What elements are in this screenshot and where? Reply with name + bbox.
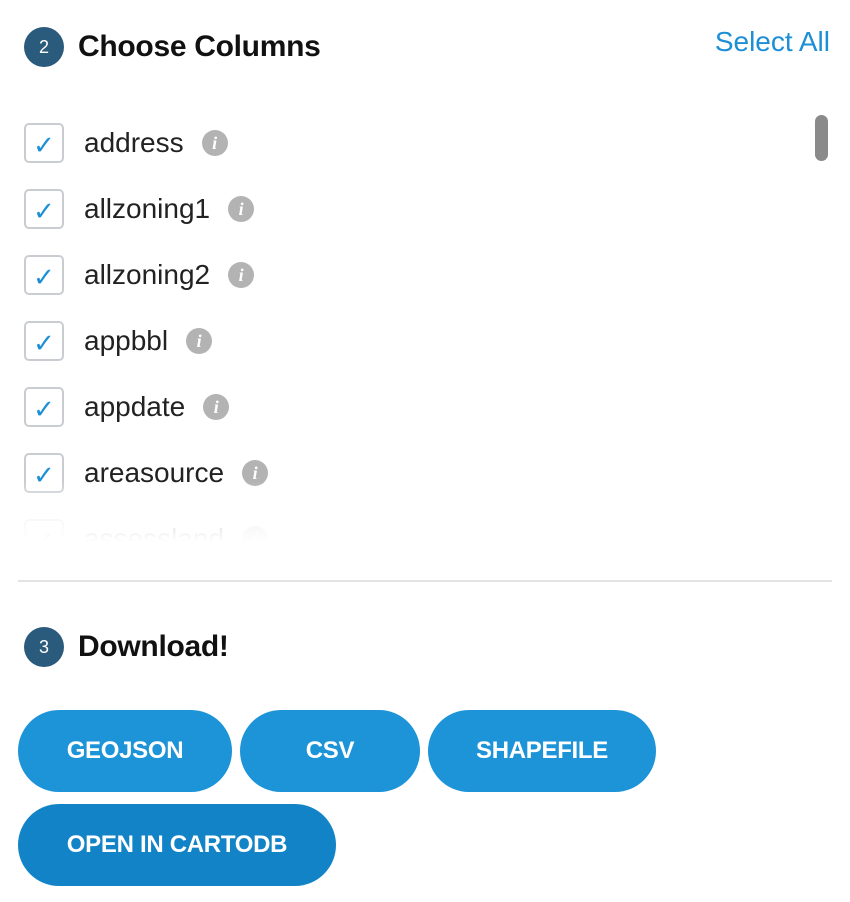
column-checkbox[interactable]: ✓ (24, 189, 64, 229)
info-icon[interactable]: i (228, 262, 255, 288)
column-checkbox[interactable]: ✓ (24, 387, 64, 427)
choose-columns-title: Choose Columns (78, 30, 321, 63)
open-in-cartodb-button[interactable]: OPEN IN CARTODB (18, 804, 336, 886)
geojson-button[interactable]: GEOJSON (18, 710, 232, 792)
column-row-allzoning2[interactable]: ✓ allzoning2 i (24, 242, 804, 308)
column-name: areasource (84, 457, 225, 488)
column-row-appbbl[interactable]: ✓ appbbl i (24, 308, 804, 374)
column-name: appdate (84, 391, 186, 422)
column-checkbox[interactable]: ✓ (24, 123, 64, 163)
checkmark-icon: ✓ (33, 262, 55, 292)
column-list[interactable]: ✓ address i ✓ allzoning1 i ✓ allzoning2 … (24, 110, 804, 542)
checkmark-icon: ✓ (33, 130, 55, 160)
column-checkbox[interactable]: ✓ (24, 453, 64, 493)
column-row-allzoning1[interactable]: ✓ allzoning1 i (24, 176, 804, 242)
checkmark-icon: ✓ (33, 460, 55, 490)
info-icon[interactable]: i (242, 526, 269, 542)
column-name: address (84, 127, 184, 158)
download-header: 3 Download! (24, 627, 229, 667)
column-row-address[interactable]: ✓ address i (24, 110, 804, 176)
info-icon[interactable]: i (203, 394, 230, 420)
checkmark-icon: ✓ (33, 394, 55, 424)
shapefile-button[interactable]: SHAPEFILE (428, 710, 656, 792)
csv-button[interactable]: CSV (240, 710, 420, 792)
select-all-link[interactable]: Select All (715, 26, 830, 58)
column-name: allzoning1 (84, 193, 211, 224)
download-title: Download! (78, 630, 229, 663)
column-name: appbbl (84, 325, 169, 356)
step-3-badge: 3 (24, 627, 64, 667)
column-row-appdate[interactable]: ✓ appdate i (24, 374, 804, 440)
choose-columns-header: 2 Choose Columns (24, 27, 321, 67)
column-checkbox[interactable]: ✓ (24, 321, 64, 361)
column-checkbox[interactable]: ✓ (24, 519, 64, 542)
info-icon[interactable]: i (201, 130, 228, 156)
step-2-badge: 2 (24, 27, 64, 67)
checkmark-icon: ✓ (33, 526, 55, 542)
checkmark-icon: ✓ (33, 196, 55, 226)
section-divider (18, 580, 832, 582)
column-row-areasource[interactable]: ✓ areasource i (24, 440, 804, 506)
scrollbar-thumb[interactable] (815, 115, 828, 161)
column-row-assessland[interactable]: ✓ assessland i (24, 506, 804, 542)
column-name: allzoning2 (84, 259, 211, 290)
column-checkbox[interactable]: ✓ (24, 255, 64, 295)
checkmark-icon: ✓ (33, 328, 55, 358)
info-icon[interactable]: i (242, 460, 269, 486)
info-icon[interactable]: i (186, 328, 213, 354)
column-name: assessland (84, 523, 225, 542)
info-icon[interactable]: i (228, 196, 255, 222)
